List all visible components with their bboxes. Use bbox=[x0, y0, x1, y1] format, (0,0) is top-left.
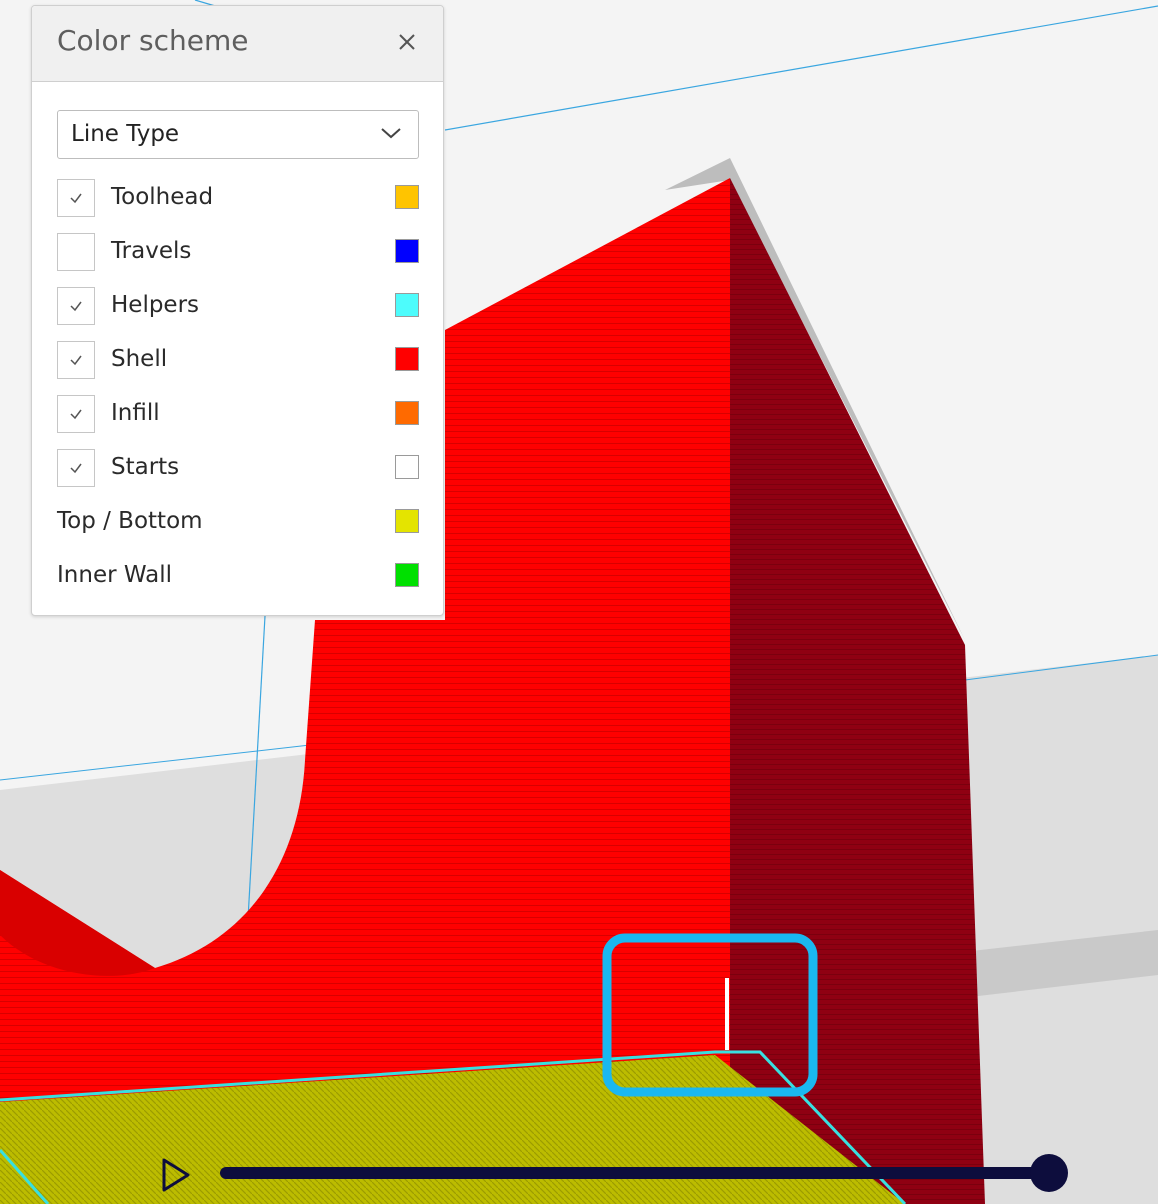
legend-label: Inner Wall bbox=[57, 562, 172, 588]
legend-color-swatch bbox=[395, 347, 419, 371]
checkmark-icon bbox=[70, 463, 82, 474]
legend-checkbox[interactable] bbox=[57, 395, 95, 433]
legend-color-swatch bbox=[395, 293, 419, 317]
checkmark-icon bbox=[70, 193, 82, 204]
close-icon bbox=[399, 34, 415, 50]
legend-label: Toolhead bbox=[111, 184, 214, 210]
legend-label: Infill bbox=[111, 400, 160, 426]
checkmark-icon bbox=[70, 301, 82, 312]
checkmark-icon bbox=[70, 409, 82, 420]
legend-label: Top / Bottom bbox=[57, 508, 203, 534]
checkmark-icon bbox=[70, 355, 82, 366]
legend-color-swatch bbox=[395, 401, 419, 425]
legend-row-inner-wall: Inner Wall bbox=[32, 555, 445, 599]
legend-color-swatch bbox=[395, 509, 419, 533]
play-icon bbox=[162, 1158, 190, 1192]
panel-header: Color scheme bbox=[32, 6, 443, 82]
color-scheme-panel: Color scheme Line Type Toolhead Travels He… bbox=[31, 5, 444, 616]
legend-label: Helpers bbox=[111, 292, 200, 318]
legend-checkbox[interactable] bbox=[57, 341, 95, 379]
legend-color-swatch bbox=[395, 563, 419, 587]
simulation-progress-handle[interactable] bbox=[1030, 1154, 1069, 1192]
legend-row-infill[interactable]: Infill bbox=[32, 393, 445, 437]
legend-row-travels[interactable]: Travels bbox=[32, 231, 445, 275]
legend-row-shell[interactable]: Shell bbox=[32, 339, 445, 383]
close-button[interactable] bbox=[389, 24, 425, 60]
legend-color-swatch bbox=[395, 455, 419, 479]
legend-label: Travels bbox=[111, 238, 192, 264]
legend-checkbox[interactable] bbox=[57, 287, 95, 325]
color-scheme-dropdown[interactable]: Line Type bbox=[57, 110, 419, 159]
dropdown-selected-value: Line Type bbox=[71, 121, 180, 147]
legend-color-swatch bbox=[395, 239, 419, 263]
legend-checkbox[interactable] bbox=[57, 233, 95, 271]
legend-label: Starts bbox=[111, 454, 180, 480]
simulation-progress-track[interactable] bbox=[220, 1167, 1066, 1179]
panel-title: Color scheme bbox=[57, 24, 249, 57]
legend-checkbox[interactable] bbox=[57, 179, 95, 217]
legend-color-swatch bbox=[395, 185, 419, 209]
legend-row-top-bottom: Top / Bottom bbox=[32, 501, 445, 545]
legend-row-starts[interactable]: Starts bbox=[32, 447, 445, 491]
legend-label: Shell bbox=[111, 346, 168, 372]
legend-row-toolhead[interactable]: Toolhead bbox=[32, 177, 445, 221]
play-button[interactable] bbox=[156, 1154, 196, 1196]
legend-checkbox[interactable] bbox=[57, 449, 95, 487]
legend-row-helpers[interactable]: Helpers bbox=[32, 285, 445, 329]
chevron-down-icon bbox=[381, 128, 401, 139]
